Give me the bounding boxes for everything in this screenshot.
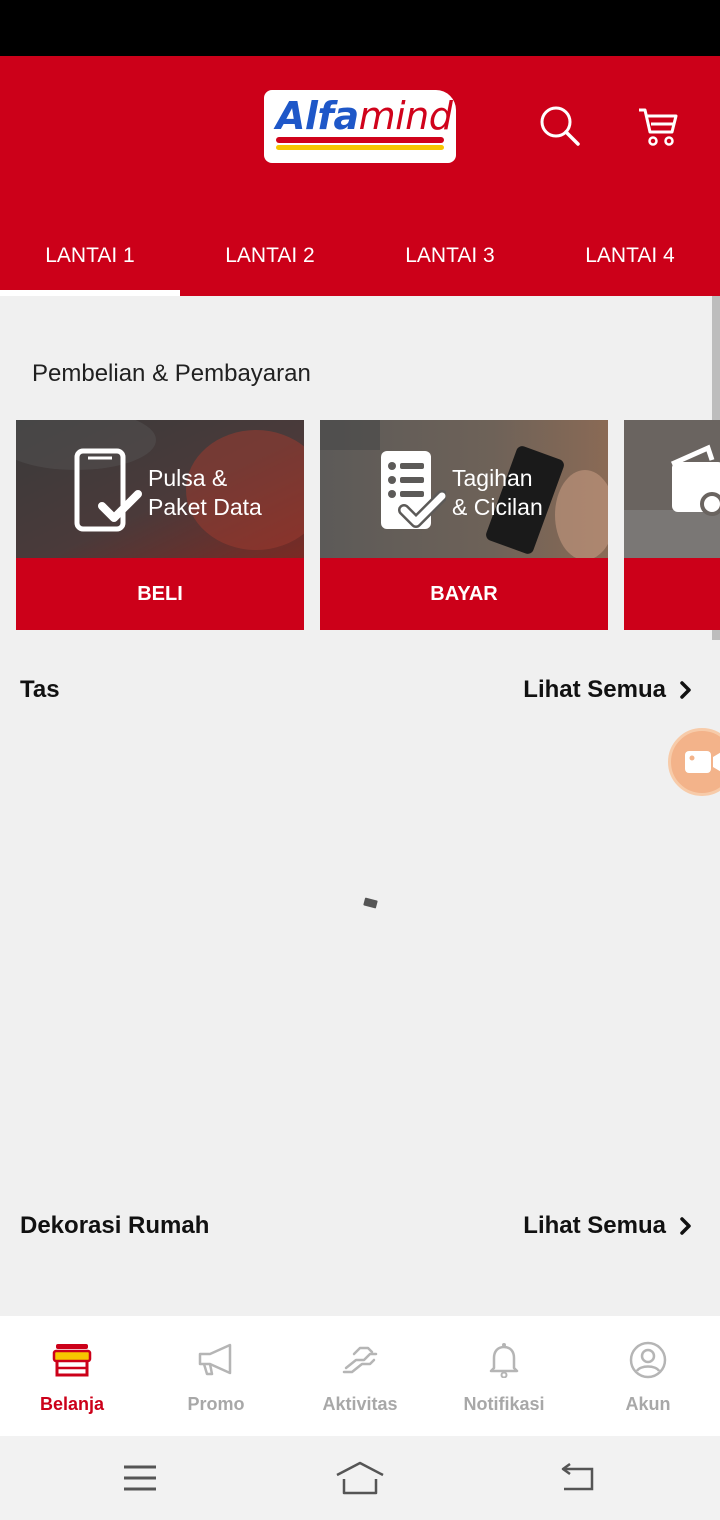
tagihan-caption-line2: & Cicilan xyxy=(452,494,543,520)
tas-section-header: Tas Lihat Semua xyxy=(0,672,720,712)
dekorasi-section-header: Dekorasi Rumah Lihat Semua xyxy=(0,1208,720,1248)
wallet-icon xyxy=(670,444,720,516)
tab-lantai-1[interactable]: LANTAI 1 xyxy=(0,216,180,296)
payment-cards-carousel[interactable]: Pulsa & Paket Data BELI Tagihan & Cicila… xyxy=(16,420,720,630)
system-navigation-bar xyxy=(0,1436,720,1520)
status-bar xyxy=(0,0,720,56)
tab-lantai-2[interactable]: LANTAI 2 xyxy=(180,216,360,296)
nav-label: Notifikasi xyxy=(463,1394,545,1414)
video-call-button[interactable] xyxy=(668,728,720,796)
nav-label: Belanja xyxy=(39,1394,105,1414)
cart-icon xyxy=(639,108,678,146)
search-icon xyxy=(540,106,580,146)
menu-icon xyxy=(124,1465,156,1491)
tab-label: LANTAI 2 xyxy=(225,244,315,267)
pulsa-caption-line1: Pulsa & xyxy=(148,465,228,491)
chevron-right-icon xyxy=(680,1217,691,1235)
beli-button[interactable]: BELI xyxy=(16,558,304,630)
nav-notifikasi[interactable]: Notifikasi xyxy=(432,1316,576,1436)
search-button[interactable] xyxy=(536,102,584,150)
wallet-button[interactable] xyxy=(624,558,720,630)
tab-label: LANTAI 3 xyxy=(405,244,495,267)
alfamind-logo[interactable]: Alfamind xyxy=(264,90,456,163)
megaphone-icon xyxy=(196,1340,236,1380)
tagihan-card-image: Tagihan & Cicilan xyxy=(320,420,608,558)
nav-akun[interactable]: Akun xyxy=(576,1316,720,1436)
home-button[interactable] xyxy=(330,1456,390,1500)
nav-belanja[interactable]: Belanja xyxy=(0,1316,144,1436)
see-all-label: Lihat Semua xyxy=(523,676,666,703)
dekorasi-section-title: Dekorasi Rumah xyxy=(20,1212,210,1239)
logo-stripe-red xyxy=(276,137,444,143)
nav-aktivitas[interactable]: Aktivitas xyxy=(288,1316,432,1436)
floor-tabs: LANTAI 1 LANTAI 2 LANTAI 3 LANTAI 4 xyxy=(0,216,720,296)
tas-see-all-link[interactable]: Lihat Semua xyxy=(523,676,692,704)
tas-section-title: Tas xyxy=(20,676,60,703)
pulsa-card-image: Pulsa & Paket Data xyxy=(16,420,304,558)
pulsa-caption-line2: Paket Data xyxy=(148,494,262,520)
app-header: Alfamind LANTAI 1 LANTAI 2 LANTAI 3 LANT… xyxy=(0,56,720,296)
store-icon xyxy=(52,1340,92,1380)
tagihan-caption-line1: Tagihan xyxy=(452,465,533,491)
back-icon xyxy=(561,1463,594,1491)
user-icon xyxy=(628,1340,668,1380)
logo-text-mind: mind xyxy=(358,94,453,138)
cart-button[interactable] xyxy=(634,102,682,150)
phone-check-icon xyxy=(74,448,142,532)
bayar-button[interactable]: BAYAR xyxy=(320,558,608,630)
video-camera-icon xyxy=(685,751,720,773)
bill-check-icon xyxy=(381,451,446,529)
tab-label: LANTAI 4 xyxy=(585,244,675,267)
tab-lantai-3[interactable]: LANTAI 3 xyxy=(360,216,540,296)
wallet-card[interactable] xyxy=(624,420,720,630)
nav-label: Akun xyxy=(625,1394,671,1414)
tagihan-card[interactable]: Tagihan & Cicilan BAYAR xyxy=(320,420,608,630)
tab-lantai-4[interactable]: LANTAI 4 xyxy=(540,216,720,296)
pulsa-card[interactable]: Pulsa & Paket Data BELI xyxy=(16,420,304,630)
loading-spinner xyxy=(363,897,378,909)
back-button[interactable] xyxy=(548,1456,608,1500)
logo-stripe-yellow xyxy=(276,145,444,150)
handshake-icon xyxy=(340,1340,380,1380)
logo-text-alfa: Alfa xyxy=(276,94,359,138)
tab-label: LANTAI 1 xyxy=(45,244,135,267)
see-all-label: Lihat Semua xyxy=(523,1212,666,1239)
nav-promo[interactable]: Promo xyxy=(144,1316,288,1436)
home-icon xyxy=(336,1461,384,1495)
payments-section-title: Pembelian & Pembayaran xyxy=(32,360,311,387)
nav-label: Aktivitas xyxy=(322,1394,398,1414)
bell-icon xyxy=(484,1340,524,1380)
bottom-navigation: Belanja Promo Aktivitas Notifikasi Akun xyxy=(0,1316,720,1436)
wallet-card-image xyxy=(624,420,720,558)
chevron-right-icon xyxy=(680,681,691,699)
dekorasi-see-all-link[interactable]: Lihat Semua xyxy=(523,1212,692,1240)
nav-label: Promo xyxy=(187,1394,245,1414)
menu-button[interactable] xyxy=(110,1456,170,1500)
